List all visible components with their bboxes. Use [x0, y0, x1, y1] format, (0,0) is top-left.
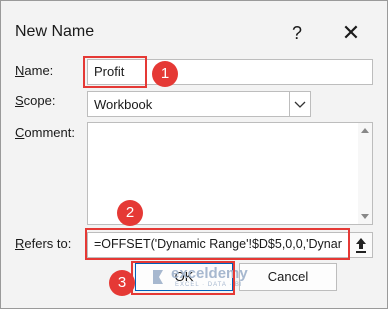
- ok-highlight-box: [131, 261, 235, 295]
- step-badge-2: 2: [117, 200, 143, 226]
- dialog-title: New Name: [15, 23, 95, 40]
- step-badge-1: 1: [152, 61, 178, 87]
- name-label: Name:: [15, 63, 54, 78]
- close-icon: ✕: [341, 20, 361, 45]
- help-icon: ?: [291, 23, 302, 43]
- cancel-button[interactable]: Cancel: [239, 263, 337, 291]
- upload-arrow-icon: [356, 238, 366, 253]
- title-bar: New Name ? ✕: [1, 1, 387, 59]
- new-name-dialog: New Name ? ✕ Name: Profit Scope: Workboo…: [0, 0, 388, 309]
- chevron-down-icon: [294, 101, 306, 108]
- step-badge-3: 3: [109, 270, 135, 296]
- scroll-down-icon[interactable]: [358, 210, 372, 222]
- comment-label: Comment:: [15, 125, 75, 140]
- dropdown-arrow[interactable]: [289, 92, 310, 116]
- close-button[interactable]: ✕: [337, 19, 365, 47]
- help-button[interactable]: ?: [283, 19, 311, 47]
- scope-label: Scope:: [15, 93, 56, 108]
- name-highlight-box: [83, 56, 147, 88]
- scope-value: Workbook: [94, 97, 153, 112]
- collapse-dialog-button[interactable]: [349, 232, 373, 258]
- scope-dropdown[interactable]: Workbook: [87, 91, 311, 117]
- refers-to-highlight-box: [85, 228, 350, 260]
- scroll-up-icon[interactable]: [358, 125, 372, 137]
- refers-to-label: Refers to:: [15, 236, 72, 251]
- comment-scrollbar[interactable]: [358, 123, 372, 224]
